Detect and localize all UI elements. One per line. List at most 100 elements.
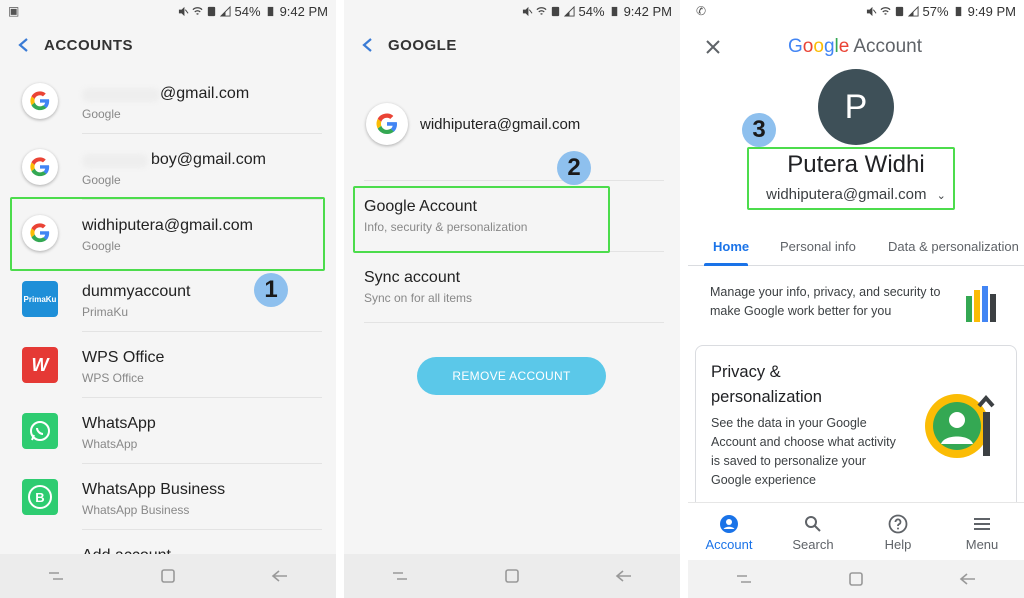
wps-office-icon: W [22,347,58,383]
back-arrow-icon[interactable] [4,25,44,65]
back-icon[interactable] [948,564,988,594]
account-title: dummyaccount [82,283,191,300]
avatar[interactable]: P [818,69,894,145]
account-header: widhiputera@gmail.com [344,100,680,150]
sim-icon [207,6,215,17]
tab-data-personalization[interactable]: Data & personalization [888,239,1019,254]
divider [364,180,664,181]
accounts-list: @gmail.com Google boy@gmail.com Google w… [0,68,336,596]
account-row-google-2[interactable]: boy@gmail.com Google [0,134,336,200]
account-subtitle: WhatsApp Business [82,503,190,517]
status-icons [178,6,231,17]
intro-text: Manage your info, privacy, and security … [710,285,941,318]
profile-name: Putera Widhi [787,151,925,178]
google-icon [22,149,58,185]
account-switcher[interactable]: widhiputera@gmail.com ⌄ [688,186,1024,203]
battery-icon [611,6,617,17]
primaku-icon: PrimaKu [22,281,58,317]
app-bar: GOOGLE [344,22,680,68]
account-row-widhiputera[interactable]: widhiputera@gmail.com Google [0,200,336,266]
signal-icon [219,6,231,17]
account-subtitle: Google [82,239,121,253]
account-row-whatsapp[interactable]: WhatsApp WhatsApp [0,398,336,464]
account-title: boy@gmail.com [151,151,266,168]
system-nav-bar [688,560,1024,598]
page-title: GOOGLE [388,36,457,54]
home-icon[interactable] [492,561,532,591]
status-bar: ▣ 54% 9:42 PM [0,0,336,22]
back-icon[interactable] [260,561,300,591]
clock: 9:42 PM [279,4,328,19]
close-icon[interactable] [700,34,726,60]
whatsapp-notification-icon: ✆ [696,4,707,18]
tools-illustration-icon [966,286,996,322]
google-account-screen: ✆ 57% 9:49 PM Google Account P Putera Wid… [688,0,1024,598]
remove-account-button[interactable]: REMOVE ACCOUNT [417,357,606,395]
sync-account-item[interactable]: Sync account Sync on for all items [364,269,680,305]
account-email: widhiputera@gmail.com [420,116,581,133]
panel-divider [336,0,344,598]
google-icon [22,83,58,119]
home-icon[interactable] [148,561,188,591]
status-icons [866,6,919,17]
tab-home[interactable]: Home [713,239,749,254]
sync-account-subtitle: Sync on for all items [364,291,473,305]
recent-apps-icon[interactable] [36,561,76,591]
account-circle-icon [697,513,761,535]
sim-icon [895,6,903,17]
account-row-google-1[interactable]: @gmail.com Google [0,68,336,134]
step-badge: 1 [254,273,288,307]
google-account-item[interactable]: Google Account Info, security & personal… [364,198,680,234]
active-tab-indicator [704,263,748,266]
whatsapp-business-icon: B [22,479,58,515]
card-title: Privacy & personalization [711,363,822,406]
redacted-text [82,88,160,102]
menu-icon [950,513,1014,535]
search-icon [781,513,845,535]
mute-icon [178,6,188,17]
account-subtitle: WPS Office [82,371,144,385]
battery-icon [267,6,273,17]
nav-search[interactable]: Search [781,513,845,552]
tab-personal-info[interactable]: Personal info [780,239,856,254]
account-row-whatsapp-business[interactable]: B WhatsApp Business WhatsApp Business [0,464,336,530]
bottom-nav: Account Search Help Menu [688,502,1024,560]
nav-search-label: Search [792,537,834,552]
battery-icon [955,6,961,17]
divider [364,251,664,252]
tab-bar: Home Personal info Data & personalizatio… [688,230,1024,266]
recent-apps-icon[interactable] [724,564,764,594]
nav-account[interactable]: Account [697,513,761,552]
account-title: WhatsApp [82,415,156,432]
sync-account-title: Sync account [364,269,461,286]
google-account-title: Google Account [364,198,477,215]
nav-account-label: Account [705,537,753,552]
recent-apps-icon[interactable] [380,561,420,591]
back-arrow-icon[interactable] [348,25,388,65]
account-title: WhatsApp Business [82,481,226,498]
help-icon [866,513,930,535]
home-icon[interactable] [836,564,876,594]
accounts-screen: ▣ 54% 9:42 PM ACCOUNTS @gmail.com Google… [0,0,336,598]
nav-menu[interactable]: Menu [950,513,1014,552]
mute-icon [866,6,876,17]
account-row-primaku[interactable]: PrimaKu dummyaccount PrimaKu [0,266,336,332]
google-screen: 54% 9:42 PM GOOGLE widhiputera@gmail.com… [344,0,680,598]
sim-icon [551,6,559,17]
wifi-icon [536,7,547,15]
account-title: WPS Office [82,349,165,366]
clock: 9:42 PM [623,4,672,19]
google-account-logo: Google Account [788,36,922,57]
account-subtitle: WhatsApp [82,437,138,451]
panel-divider [680,0,688,598]
battery-level: 54% [234,4,261,19]
status-icons [522,6,575,17]
nav-help[interactable]: Help [866,513,930,552]
chevron-down-icon: ⌄ [936,190,946,202]
redacted-text [82,154,148,168]
status-bar: ✆ 57% 9:49 PM [688,0,1024,22]
mute-icon [522,6,532,17]
account-row-wps-office[interactable]: W WPS Office WPS Office [0,332,336,398]
account-subtitle: Google [82,107,121,121]
back-icon[interactable] [604,561,644,591]
